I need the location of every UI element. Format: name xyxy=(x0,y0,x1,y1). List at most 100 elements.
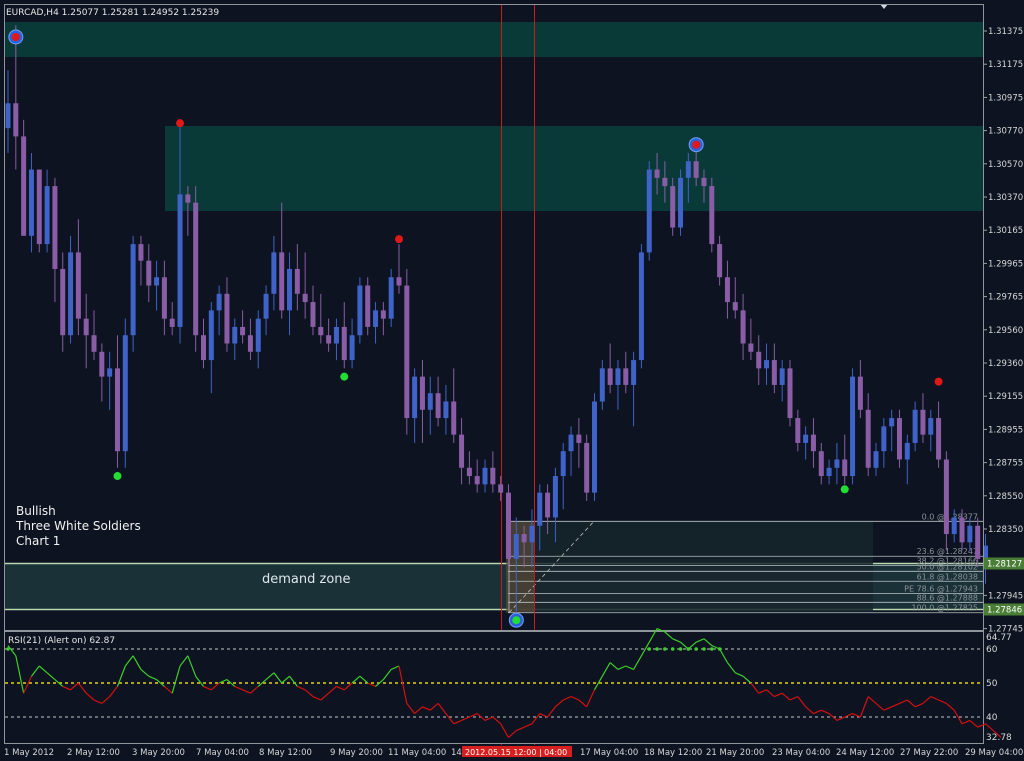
candle-body xyxy=(435,393,441,419)
price-tick-label: 1.28350 xyxy=(988,525,1023,535)
candle-body xyxy=(865,409,871,468)
candle[interactable] xyxy=(388,268,394,327)
candle[interactable] xyxy=(21,119,27,236)
rsi-pane-frame xyxy=(4,631,984,744)
candle[interactable] xyxy=(850,368,856,485)
price-tick-label: 1.29360 xyxy=(988,359,1023,369)
time-tick-label: 29 May 04:00 xyxy=(965,748,1023,758)
candle-body xyxy=(545,492,551,518)
candle[interactable] xyxy=(122,318,128,468)
candle-body xyxy=(114,368,120,452)
rsi-overbought-dot xyxy=(647,647,652,651)
candle-body xyxy=(537,492,543,526)
top-fractal-dot-icon xyxy=(11,32,20,41)
candle-body xyxy=(693,161,699,178)
candle-body xyxy=(357,285,363,336)
candle-body xyxy=(326,335,332,344)
rsi-level-50: 50 xyxy=(986,679,998,689)
candle-body xyxy=(388,277,394,319)
candle[interactable] xyxy=(638,244,644,369)
candle[interactable] xyxy=(787,360,793,427)
candle-body xyxy=(638,252,644,361)
candle[interactable] xyxy=(193,186,199,352)
candle-body xyxy=(130,244,136,336)
candle[interactable] xyxy=(896,409,902,468)
candle-body xyxy=(91,335,97,352)
candle-body xyxy=(60,268,66,336)
candle-body xyxy=(419,376,425,410)
candle[interactable] xyxy=(670,177,676,236)
candle[interactable] xyxy=(505,484,511,568)
price-tick-label: 1.30570 xyxy=(988,160,1023,170)
time-tick-label: 9 May 20:00 xyxy=(330,748,383,758)
candle-body xyxy=(271,252,277,294)
candle-body xyxy=(451,401,457,435)
rsi-overbought-dot xyxy=(686,647,691,651)
candle-body xyxy=(724,277,730,303)
candle-body xyxy=(474,476,480,485)
candle-body xyxy=(748,343,754,352)
fibonacci-level-label: 23.6 @1.28247 xyxy=(917,547,978,556)
candle-body xyxy=(959,517,965,543)
candle-body xyxy=(482,467,488,485)
mt4-chart-window[interactable]: demand zone 0.0 @1.28377 23.6 @1.28247 38.… xyxy=(0,0,1024,761)
bottom-fractal-dot-icon xyxy=(340,372,349,381)
candle-body xyxy=(83,318,89,336)
candle[interactable] xyxy=(584,434,590,501)
candle[interactable] xyxy=(646,161,652,261)
price-badge-label: 1.27846 xyxy=(987,606,1022,616)
candle-body xyxy=(584,442,590,493)
candle-body xyxy=(943,459,949,535)
time-tick-label: 8 May 12:00 xyxy=(259,748,312,758)
time-tick-label: 27 May 22:00 xyxy=(900,748,958,758)
candle-body xyxy=(576,434,582,443)
candle-body xyxy=(920,409,926,435)
candle-body xyxy=(623,368,629,385)
candle-body xyxy=(701,177,707,187)
price-tick-label: 1.30770 xyxy=(988,127,1023,137)
rsi-overbought-dot xyxy=(694,647,698,651)
top-fractal-dot-icon xyxy=(176,119,185,128)
candle-body xyxy=(52,186,58,269)
candle-body xyxy=(169,318,175,327)
price-tick-label: 1.31375 xyxy=(988,27,1023,37)
candle[interactable] xyxy=(678,169,684,236)
candle[interactable] xyxy=(130,235,136,352)
candle-body xyxy=(889,418,895,427)
candle-body xyxy=(161,277,167,319)
supply-zone-upper xyxy=(4,22,983,57)
candle-body xyxy=(412,376,418,419)
chart-canvas[interactable]: demand zone 0.0 @1.2837723.6 @1.2824738.… xyxy=(0,0,1024,761)
candle[interactable] xyxy=(592,393,597,501)
candle-body xyxy=(826,467,832,477)
candle-body xyxy=(568,434,574,452)
candle-body xyxy=(68,252,74,336)
candle-body xyxy=(709,186,715,245)
rsi-pane[interactable]: RSI(21) (Alert on) 62.87 64.77 60 50 40 … xyxy=(4,628,1013,744)
rsi-level-40: 40 xyxy=(986,713,998,723)
candle[interactable] xyxy=(365,277,371,336)
time-tick-label: 17 May 04:00 xyxy=(580,748,638,758)
candle-body xyxy=(263,293,269,319)
candle-body xyxy=(341,326,347,361)
bottom-fractal-dot-icon xyxy=(840,485,849,494)
rsi-title: RSI(21) (Alert on) 62.87 xyxy=(8,636,115,646)
candle-body xyxy=(615,368,621,385)
candle-body xyxy=(513,534,519,559)
candle[interactable] xyxy=(404,268,410,435)
time-tick-label: 18 May 12:00 xyxy=(644,748,702,758)
pattern-note-line-2: Three White Soldiers xyxy=(15,519,141,533)
candle-body xyxy=(44,186,50,245)
candle-body xyxy=(365,285,371,327)
candle-body xyxy=(28,169,34,236)
candle[interactable] xyxy=(36,169,42,253)
candle[interactable] xyxy=(709,177,715,253)
candle[interactable] xyxy=(357,277,363,344)
candle-body xyxy=(662,177,668,187)
candle-body xyxy=(333,326,339,344)
candle-body xyxy=(185,194,191,203)
candle-body xyxy=(810,434,816,452)
candle-body xyxy=(678,177,684,228)
bottom-fractal-dot-icon xyxy=(512,616,521,625)
rsi-overbought-dot xyxy=(670,647,675,651)
